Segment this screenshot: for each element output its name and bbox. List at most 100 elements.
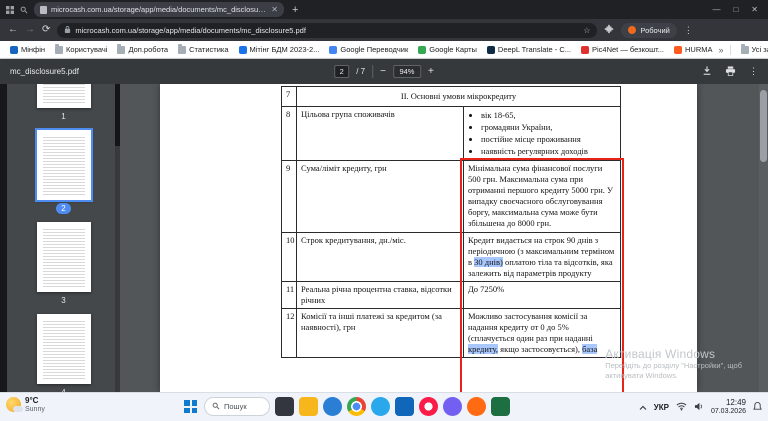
tray-chevron-up-icon[interactable]: [639, 398, 647, 416]
bookmarks-overflow-icon[interactable]: »: [719, 45, 724, 55]
row-number: 10: [281, 231, 297, 282]
bookmarks-right: » Усі закладки: [719, 43, 768, 55]
edge-icon[interactable]: [323, 397, 342, 416]
print-icon[interactable]: [725, 65, 736, 78]
weather-condition: Sunny: [25, 405, 45, 413]
bookmark-label: Google Карты: [429, 45, 477, 54]
pdf-toolbar-right: ⋮: [702, 65, 758, 78]
speaker-icon[interactable]: [694, 398, 704, 416]
browser-tab[interactable]: microcash.com.ua/storage/app/media/docum…: [34, 2, 284, 17]
section-header: ІІ. Основні умови мікрокредиту: [295, 85, 622, 108]
all-bookmarks-button[interactable]: Усі закладки: [737, 43, 768, 55]
bookmark-label: Google Переводчик: [340, 45, 409, 54]
profile-label: Робочий: [640, 25, 670, 35]
bookmarks-list: Мінфін Користувачі Доп.робота Статистика Міт…: [6, 43, 717, 55]
excel-icon[interactable]: [491, 397, 510, 416]
tab-search-icon[interactable]: [20, 6, 28, 14]
extensions-puzzle-icon[interactable]: [604, 21, 614, 39]
new-tab-button[interactable]: +: [292, 4, 298, 16]
language-indicator[interactable]: УКР: [654, 403, 669, 412]
favicon-icon: [486, 45, 495, 54]
windows-activation-watermark: Активація Windows Перейдіть до розділу "…: [605, 347, 742, 380]
page-thumbnail-4[interactable]: [36, 314, 91, 384]
url-bar[interactable]: microcash.com.ua/storage/app/media/docum…: [57, 22, 598, 38]
profile-avatar: [628, 26, 637, 34]
outlook-icon[interactable]: [395, 397, 414, 416]
forward-button[interactable]: →: [25, 25, 35, 35]
favicon-icon: [329, 45, 338, 54]
row-value: вік 18-65,громадяни України,постійне міс…: [462, 106, 622, 162]
bookmark-item[interactable]: Мітінг БДМ 2023-2...: [235, 44, 324, 55]
download-icon[interactable]: [702, 65, 712, 78]
pdf-scrollbar-thumb[interactable]: [760, 90, 767, 162]
notification-bell-icon[interactable]: [753, 398, 762, 416]
zoom-level[interactable]: 94%: [392, 65, 421, 78]
weather-widget[interactable]: 9°C Sunny: [6, 396, 45, 413]
table-row-7: 7 ІІ. Основні умови мікрокредиту: [281, 85, 622, 108]
taskbar-apps: [275, 397, 510, 416]
zoom-out-button[interactable]: −: [380, 66, 386, 77]
bookmark-label: Pic4Net — безкошт...: [592, 45, 664, 54]
watermark-line2: Перейдіть до розділу "Настройки", щоб: [605, 361, 742, 371]
wifi-icon[interactable]: [676, 398, 687, 416]
favicon-icon: [10, 45, 18, 54]
bookmark-item[interactable]: Мінфін: [6, 44, 49, 55]
page-number-input[interactable]: 2: [334, 65, 350, 78]
browser-menu-icon[interactable]: ⋮: [684, 25, 693, 36]
chrome-icon[interactable]: [347, 397, 366, 416]
row-label: Комісії та інші платежі за кредитом (за …: [296, 307, 464, 358]
bookmark-item[interactable]: Pic4Net — безкошт...: [577, 44, 668, 55]
bookmark-label: Мінфін: [21, 45, 46, 54]
page-thumbnail-3[interactable]: [36, 222, 91, 292]
more-options-icon[interactable]: ⋮: [749, 66, 758, 77]
watermark-line3: активувати Windows.: [605, 370, 679, 380]
bookmark-item[interactable]: Доп.робота: [113, 43, 172, 55]
bookmark-star-icon[interactable]: ☆: [583, 26, 590, 35]
row-number: 12: [281, 307, 297, 358]
hurma-icon[interactable]: [467, 397, 486, 416]
address-bar-row: ← → ⟳ microcash.com.ua/storage/app/media…: [0, 19, 768, 41]
back-button[interactable]: ←: [8, 25, 18, 35]
pdf-canvas: 7 ІІ. Основні умови мікрокредиту 8 Цільова …: [120, 84, 768, 392]
row-value: Кредит видається на строк 90 днів з пері…: [462, 231, 622, 282]
profile-chip[interactable]: Робочий: [621, 22, 677, 38]
bookmark-item[interactable]: Google Переводчик: [325, 44, 412, 55]
taskbar-search[interactable]: Пошук: [204, 397, 270, 416]
thumbnail-page-number: 1: [61, 112, 66, 121]
task-view-icon[interactable]: [275, 397, 294, 416]
reload-button[interactable]: ⟳: [42, 25, 50, 35]
minimize-icon[interactable]: —: [712, 5, 720, 14]
bookmark-item[interactable]: DeepL Translate - C...: [483, 44, 575, 55]
opera-icon[interactable]: [419, 397, 438, 416]
row-label: Реальна річна процентна ставка, відсотки…: [296, 280, 464, 309]
bookmark-item[interactable]: Статистика: [174, 43, 232, 55]
start-button[interactable]: [182, 398, 199, 415]
pdf-scrollbar[interactable]: [759, 84, 768, 392]
bookmark-item[interactable]: Google Карты: [414, 44, 481, 55]
file-explorer-icon[interactable]: [299, 397, 318, 416]
viber-icon[interactable]: [443, 397, 462, 416]
url-text: microcash.com.ua/storage/app/media/docum…: [75, 25, 306, 35]
zoom-in-button[interactable]: +: [428, 66, 434, 77]
lock-icon: [64, 25, 71, 36]
page-thumbnail-2[interactable]: [34, 128, 93, 202]
bookmark-label: Статистика: [189, 45, 229, 54]
thumbnail-sidebar: 1234: [7, 84, 120, 392]
pdf-toolbar: mc_disclosure5.pdf 2 / 7 − 94% + ⋮: [0, 59, 768, 84]
bookmark-item[interactable]: HURMA: [670, 44, 717, 55]
bookmark-item[interactable]: Користувачі: [51, 43, 111, 55]
toolbar-divider: [372, 65, 374, 78]
maximize-icon[interactable]: □: [733, 5, 738, 14]
favicon-icon: [581, 45, 589, 54]
close-icon[interactable]: ✕: [751, 5, 758, 14]
row-number: 7: [281, 85, 297, 108]
row-number: 8: [281, 106, 297, 162]
page-thumbnail-1[interactable]: [36, 84, 91, 108]
table-row-10: 10 Строк кредитування, дн./міс. Кредит вид…: [281, 231, 622, 282]
tab-close-icon[interactable]: ✕: [271, 5, 278, 14]
telegram-icon[interactable]: [371, 397, 390, 416]
clock[interactable]: 12:49 07.03.2026: [711, 398, 746, 416]
page-total-label: / 7: [356, 67, 366, 76]
folder-icon: [117, 43, 126, 54]
weather-icon: [6, 397, 23, 413]
